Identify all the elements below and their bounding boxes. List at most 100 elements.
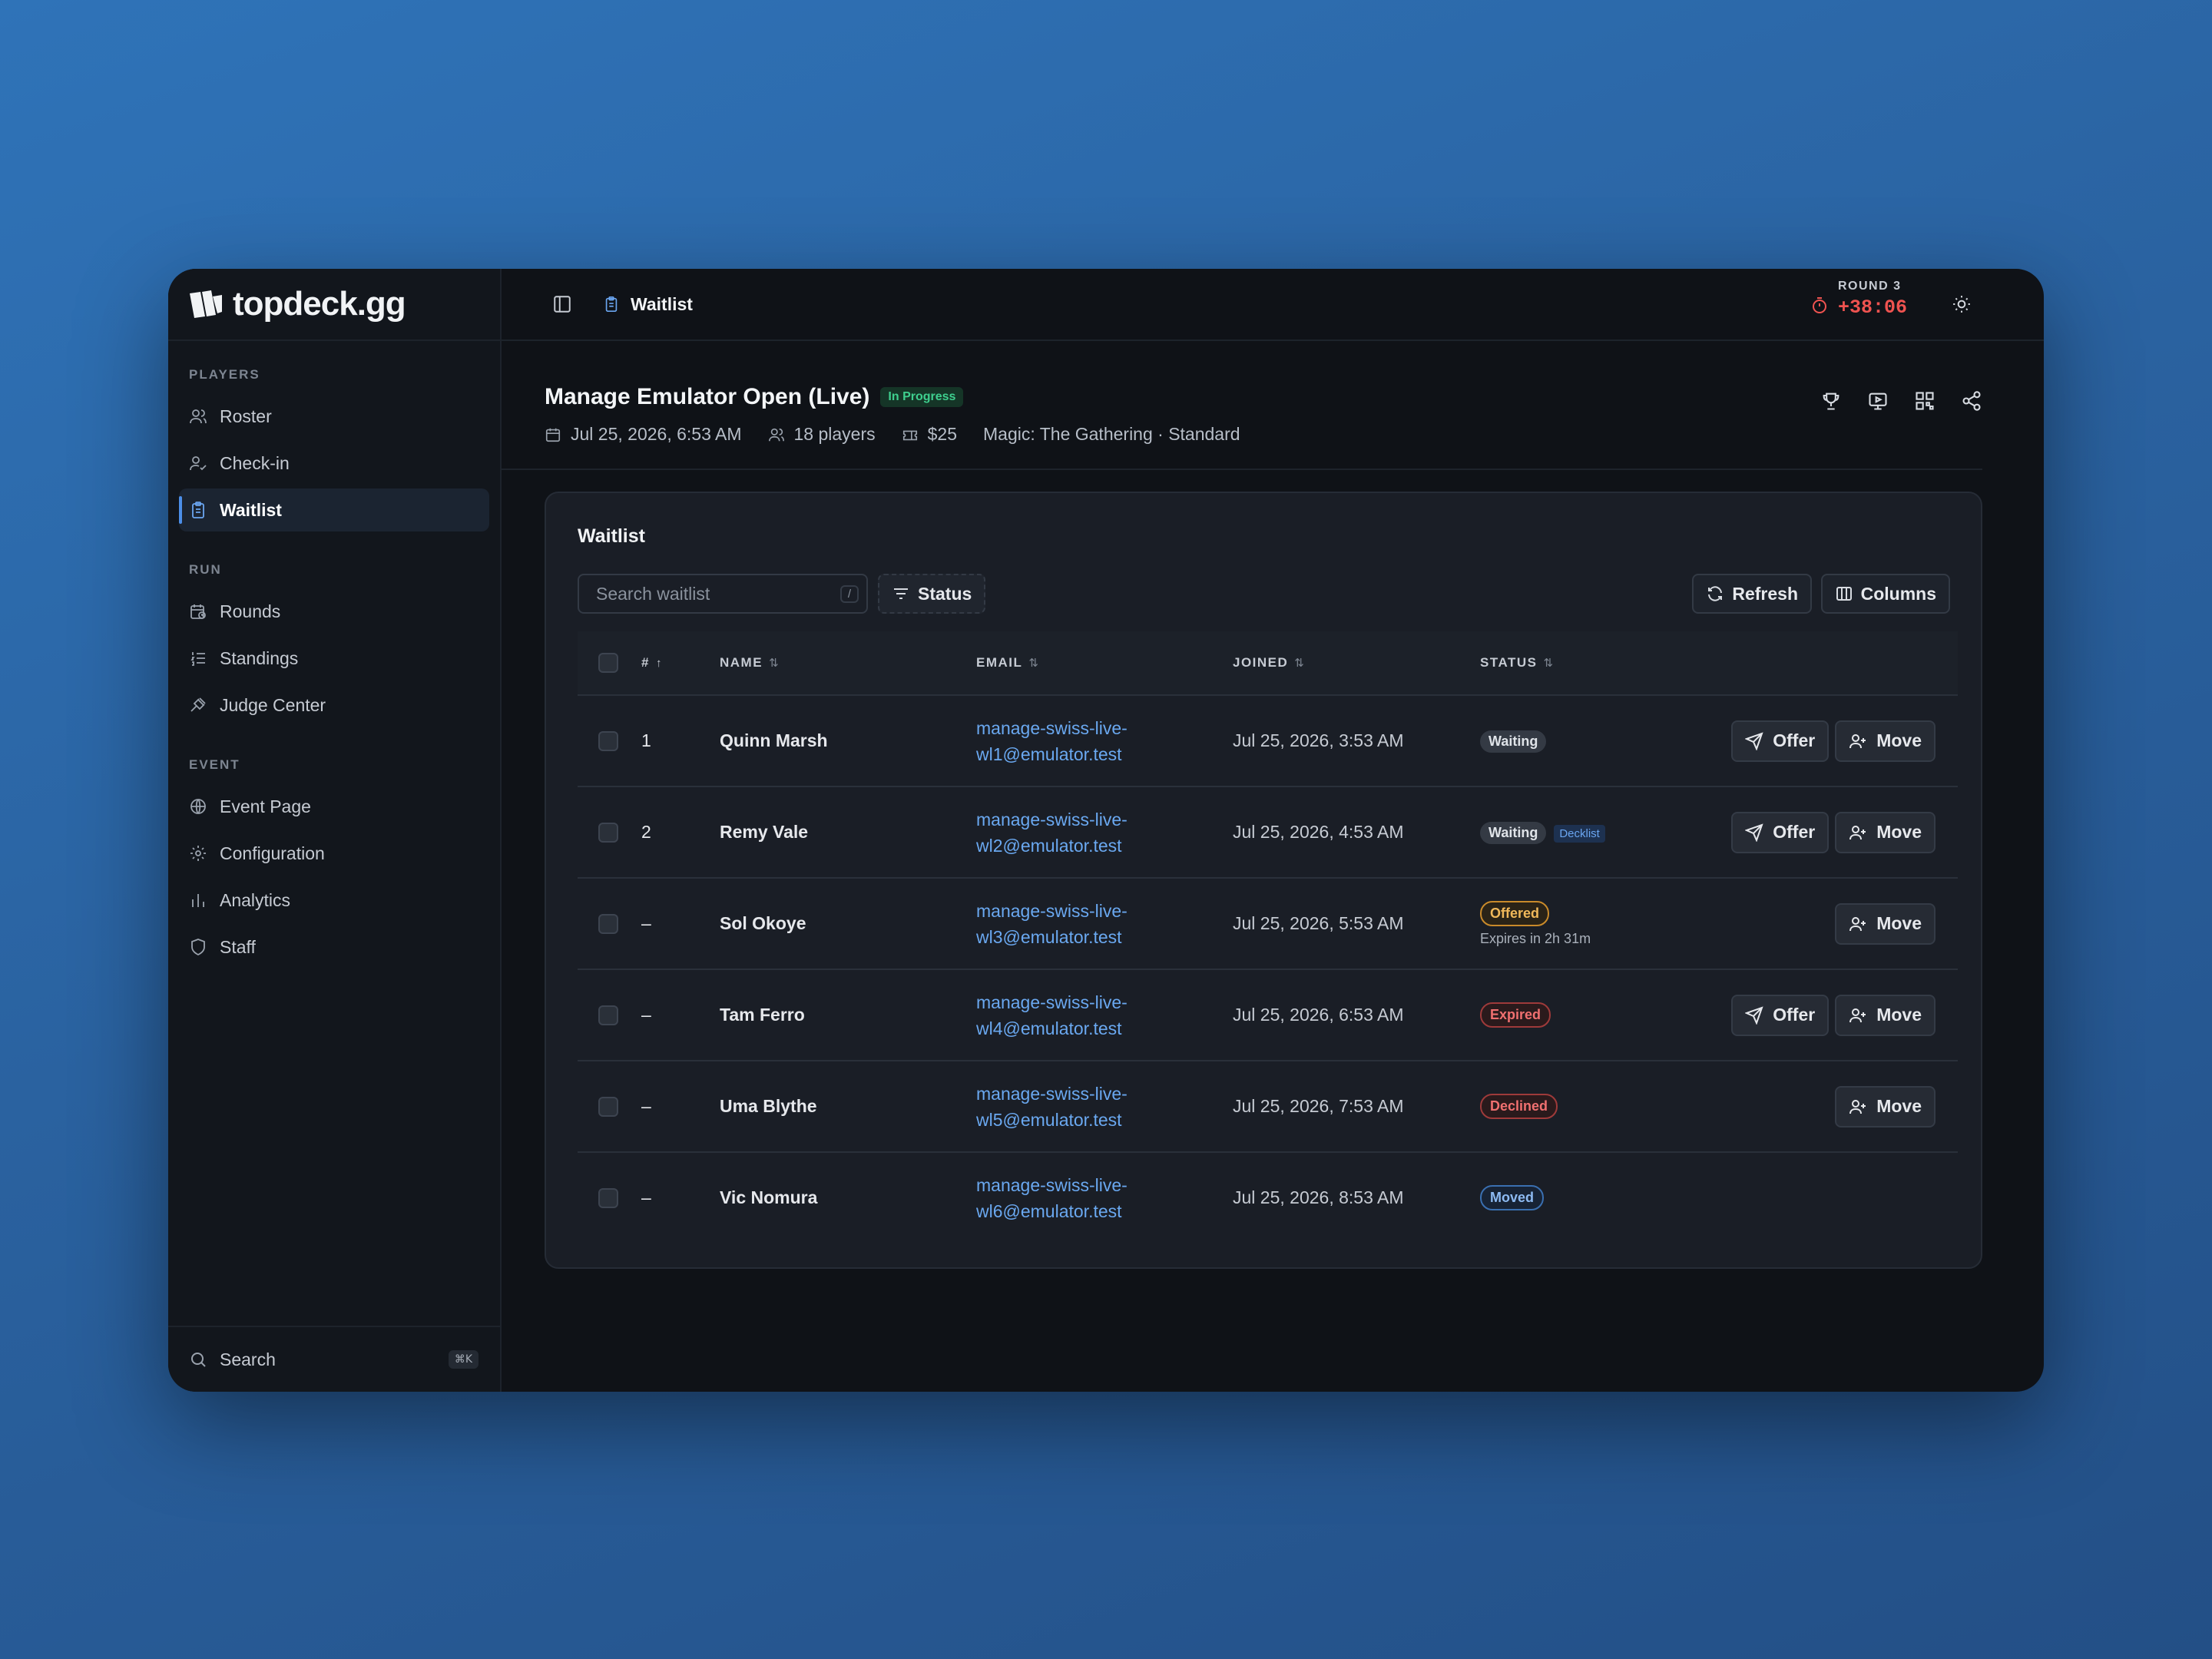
- table-row[interactable]: – Tam Ferro manage-swiss-live-wl4@emulat…: [578, 969, 1958, 1061]
- refresh-button[interactable]: Refresh: [1692, 574, 1812, 614]
- offer-button[interactable]: Offer: [1731, 994, 1830, 1036]
- topbar: Waitlist ROUND 3 +38:06: [502, 269, 2044, 341]
- select-all-checkbox[interactable]: [598, 653, 618, 673]
- offer-button[interactable]: Offer: [1731, 720, 1830, 762]
- search-icon: [191, 1353, 206, 1367]
- round-timer[interactable]: ROUND 3 +38:06: [1810, 280, 1907, 319]
- player-name: Uma Blythe: [719, 1061, 975, 1153]
- table-row[interactable]: – Vic Nomura manage-swiss-live-wl6@emula…: [578, 1152, 1958, 1243]
- row-number: –: [641, 878, 719, 970]
- sort-icon: ⇅: [769, 657, 780, 670]
- offer-button[interactable]: Offer: [1731, 811, 1830, 853]
- sidebar-item-label: Staff: [220, 936, 256, 957]
- waitlist-table: # ↑ NAME ⇅ EMAIL ⇅ JOINED ⇅ STATUS ⇅ 1 Quinn …: [578, 631, 1958, 1243]
- sidebar-item-judge-center[interactable]: Judge Center: [179, 684, 489, 727]
- calendar-clock-icon: [190, 604, 206, 619]
- player-email[interactable]: manage-swiss-live-wl1@emulator.test: [975, 695, 1232, 787]
- sidebar-item-analytics[interactable]: Analytics: [179, 879, 489, 922]
- status-badge: Offered: [1480, 900, 1550, 926]
- status-badge: Moved: [1480, 1185, 1545, 1210]
- trophy-icon[interactable]: [1820, 390, 1842, 412]
- timer-icon: [1812, 296, 1826, 313]
- sun-icon[interactable]: [1952, 294, 1972, 314]
- status-filter-button[interactable]: Status: [878, 574, 986, 614]
- table-row[interactable]: 2 Remy Vale manage-swiss-live-wl2@emulat…: [578, 786, 1958, 879]
- bar-chart-icon: [192, 894, 204, 907]
- sidebar-search[interactable]: Search ⌘K: [168, 1326, 500, 1392]
- columns-button[interactable]: Columns: [1820, 574, 1950, 614]
- refresh-icon: [1708, 586, 1723, 601]
- player-email[interactable]: manage-swiss-live-wl3@emulator.test: [975, 878, 1232, 970]
- header-name[interactable]: NAME ⇅: [719, 631, 975, 696]
- table-row[interactable]: 1 Quinn Marsh manage-swiss-live-wl1@emul…: [578, 695, 1958, 787]
- status-cell: Waiting: [1479, 695, 1710, 787]
- event-format: Magic: The Gathering · Standard: [983, 424, 1240, 444]
- event-date-text: Jul 25, 2026, 6:53 AM: [571, 424, 742, 444]
- event-date: Jul 25, 2026, 6:53 AM: [545, 424, 742, 445]
- page-title: Manage Emulator Open (Live): [545, 384, 870, 409]
- move-button[interactable]: Move: [1835, 994, 1936, 1036]
- header-email[interactable]: EMAIL ⇅: [975, 631, 1232, 696]
- brand[interactable]: topdeck.gg: [168, 269, 500, 341]
- player-name: Quinn Marsh: [719, 695, 975, 787]
- table-header-row: # ↑ NAME ⇅ EMAIL ⇅ JOINED ⇅ STATUS ⇅: [578, 631, 1958, 696]
- sort-icon: ⇅: [1028, 657, 1040, 670]
- player-email[interactable]: manage-swiss-live-wl5@emulator.test: [975, 1061, 1232, 1153]
- sidebar-item-waitlist[interactable]: Waitlist: [179, 488, 489, 531]
- row-number: –: [641, 1187, 651, 1207]
- sidebar-item-check-in[interactable]: Check-in: [179, 442, 489, 485]
- send-icon: [1745, 731, 1763, 750]
- sidebar: topdeck.gg PLAYERS Roster Check-in Waitl…: [168, 269, 502, 1392]
- player-name: Sol Okoye: [719, 878, 975, 970]
- qr-code-icon[interactable]: [1914, 390, 1936, 412]
- row-checkbox[interactable]: [598, 1187, 618, 1208]
- header-actions: [1795, 390, 1982, 412]
- row-checkbox[interactable]: [598, 913, 618, 934]
- event-players: 18 players: [768, 424, 876, 445]
- waitlist-card: Waitlist / Status Refresh Columns: [545, 492, 1982, 1269]
- header-status[interactable]: STATUS ⇅: [1479, 631, 1710, 696]
- move-button[interactable]: Move: [1835, 902, 1936, 945]
- send-icon: [1745, 823, 1763, 842]
- share-icon[interactable]: [1961, 390, 1982, 412]
- move-button[interactable]: Move: [1835, 811, 1936, 853]
- waitlist-search-input[interactable]: [594, 582, 828, 605]
- nav-section-players: PLAYERS Roster Check-in Waitlist: [168, 367, 500, 531]
- sidebar-item-standings[interactable]: Standings: [179, 637, 489, 680]
- sort-icon: ⇅: [1543, 657, 1555, 670]
- row-checkbox[interactable]: [598, 730, 618, 751]
- nav-section-run: RUN Rounds Standings Judge Center: [168, 562, 500, 727]
- player-name: Vic Nomura: [720, 1187, 818, 1207]
- row-checkbox[interactable]: [598, 822, 618, 843]
- header-num[interactable]: # ↑: [641, 631, 719, 696]
- player-email[interactable]: manage-swiss-live-wl2@emulator.test: [975, 786, 1232, 879]
- users-icon: [190, 409, 207, 424]
- expiry-note: Expires in 2h 31m: [1480, 930, 1591, 946]
- user-plus-icon: [1849, 1099, 1866, 1114]
- status-cell: Waiting Decklist: [1479, 786, 1710, 879]
- status-cell: Offered Expires in 2h 31m: [1479, 878, 1710, 970]
- sidebar-item-event-page[interactable]: Event Page: [179, 785, 489, 828]
- move-button[interactable]: Move: [1835, 720, 1936, 762]
- joined-time: Jul 25, 2026, 6:53 AM: [1232, 969, 1479, 1061]
- sidebar-toggle-icon[interactable]: [552, 294, 572, 314]
- user-check-icon: [190, 456, 207, 471]
- player-email[interactable]: manage-swiss-live-wl4@emulator.test: [975, 969, 1232, 1061]
- joined-time: Jul 25, 2026, 7:53 AM: [1232, 1061, 1479, 1153]
- sidebar-item-roster[interactable]: Roster: [179, 395, 489, 438]
- waitlist-search[interactable]: /: [578, 574, 868, 614]
- player-email[interactable]: manage-swiss-live-wl6@emulator.test: [975, 1152, 1232, 1243]
- sidebar-item-rounds[interactable]: Rounds: [179, 590, 489, 633]
- row-checkbox[interactable]: [598, 1005, 618, 1025]
- breadcrumb-current: Waitlist: [631, 293, 693, 314]
- sidebar-item-staff[interactable]: Staff: [179, 926, 489, 969]
- search-shortcut-badge: ⌘K: [448, 1350, 478, 1369]
- header-joined[interactable]: JOINED ⇅: [1232, 631, 1479, 696]
- decklist-tag: Decklist: [1554, 824, 1605, 843]
- sidebar-item-configuration[interactable]: Configuration: [179, 832, 489, 875]
- row-checkbox[interactable]: [598, 1096, 618, 1117]
- move-button[interactable]: Move: [1835, 1085, 1936, 1128]
- table-row[interactable]: – Uma Blythe manage-swiss-live-wl5@emula…: [578, 1061, 1958, 1153]
- present-screen-icon[interactable]: [1867, 390, 1889, 412]
- table-row[interactable]: – Sol Okoye manage-swiss-live-wl3@emulat…: [578, 878, 1958, 970]
